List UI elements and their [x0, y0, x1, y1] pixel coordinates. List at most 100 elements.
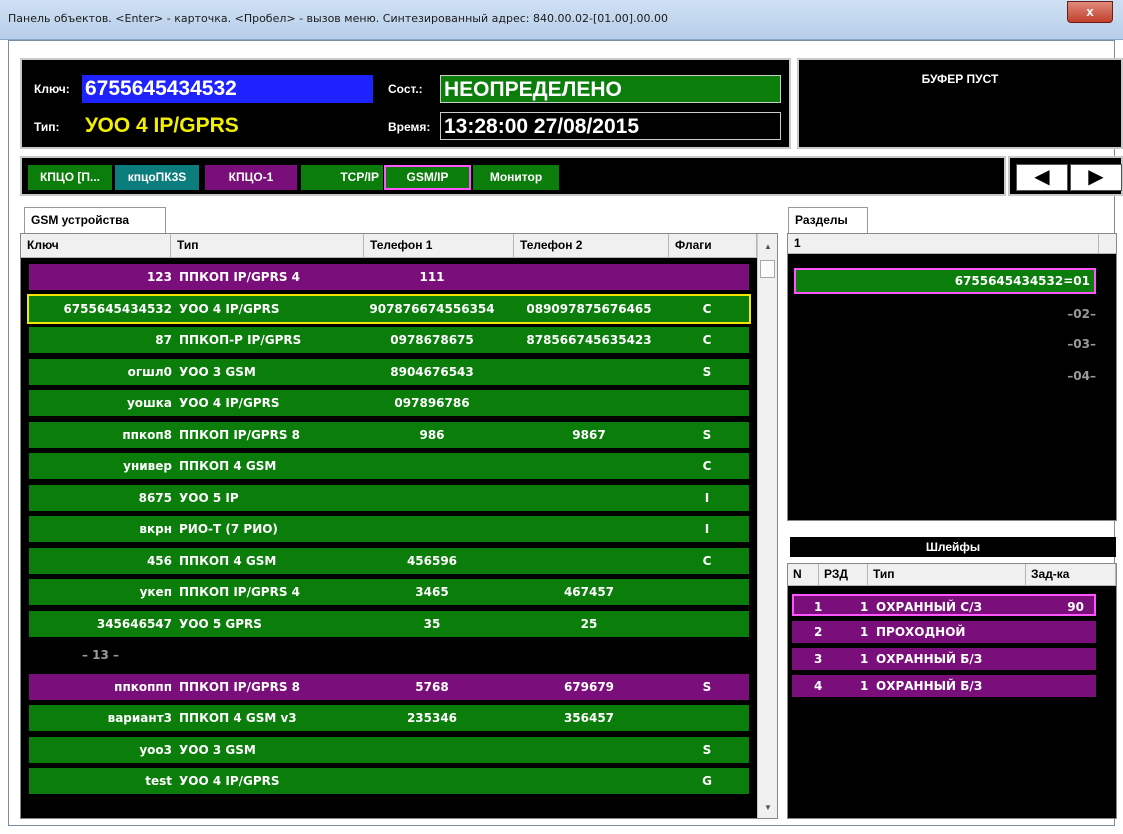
- column-header-flags[interactable]: Флаги: [669, 234, 757, 258]
- sections-panel: 1 6755645434532=01 –02– –03– –04–: [787, 233, 1117, 521]
- table-row[interactable]: вкрн РИО-Т (7 РИО) I: [29, 516, 749, 542]
- sections-column-header[interactable]: 1: [788, 234, 1116, 254]
- type-label: Тип:: [34, 120, 60, 134]
- loops-column-rzd[interactable]: РЗД: [819, 564, 868, 586]
- loop-type: ОХРАННЫЙ Б/З: [876, 652, 983, 666]
- loop-type: ОХРАННЫЙ Б/З: [876, 679, 983, 693]
- scroll-thumb[interactable]: [760, 260, 775, 278]
- buffer-box: БУФЕР ПУСТ: [797, 58, 1123, 149]
- loop-n: 4: [814, 679, 823, 693]
- prev-button[interactable]: ◀: [1016, 164, 1068, 191]
- table-row[interactable]: укеп ППКОП IP/GPRS 4 3465 467457: [29, 579, 749, 605]
- table-row[interactable]: 87 ППКОП-Р IP/GPRS 0978678675 8785667456354…: [29, 327, 749, 353]
- tab-gsmip[interactable]: GSM/IP: [384, 165, 471, 190]
- scroll-down-icon[interactable]: ▼: [758, 803, 778, 812]
- table-row[interactable]: 8675 УОО 5 IP I: [29, 484, 749, 511]
- section-item[interactable]: –02–: [1067, 307, 1096, 321]
- cell-type: УОО 5 GPRS: [179, 616, 262, 631]
- table-row[interactable]: test УОО 4 IP/GPRS G: [29, 768, 749, 794]
- scroll-up-icon[interactable]: ▲: [758, 242, 778, 251]
- window-title: Панель объектов. <Enter> - карточка. <Пр…: [8, 12, 668, 25]
- cell-key: вкрн: [139, 522, 172, 536]
- cell-type: УОО 5 IP: [179, 490, 239, 505]
- window-titlebar: Панель объектов. <Enter> - карточка. <Пр…: [0, 0, 1123, 40]
- channel-tabbar: КПЦО [П... кпцоПК3S КПЦО-1 TCP/IP GSM/IP…: [20, 156, 1006, 196]
- cell-type: УОО 4 IP/GPRS: [179, 301, 280, 316]
- cell-type: ППКОП 4 GSM: [179, 553, 277, 568]
- cell-key: 8675: [138, 490, 172, 505]
- key-label: Ключ:: [34, 82, 70, 96]
- cell-phone2: 25: [580, 616, 598, 631]
- cell-phone1: 097896786: [394, 396, 470, 410]
- table-row[interactable]: огшл0 УОО 3 GSM 8904676543 S: [29, 358, 749, 385]
- cell-key: универ: [123, 459, 172, 473]
- loop-row[interactable]: 2 1 ПРОХОДНОЙ: [792, 621, 1096, 643]
- loop-type: ОХРАННЫЙ С/З: [876, 600, 982, 614]
- table-row[interactable]: ппкоп8 ППКОП IP/GPRS 8 986 9867 S: [29, 421, 749, 448]
- loop-row[interactable]: 3 1 ОХРАННЫЙ Б/З: [792, 648, 1096, 670]
- table-row[interactable]: 456 ППКОП 4 GSM 456596 C: [29, 547, 749, 574]
- cell-flags: S: [702, 742, 712, 757]
- cell-key: test: [145, 774, 172, 788]
- table-row[interactable]: уоо3 УОО 3 GSM S: [29, 736, 749, 763]
- cell-type: ППКОП 4 GSM: [179, 459, 277, 473]
- type-field: УОО 4 IP/GPRS: [82, 112, 373, 140]
- table-row[interactable]: уошка УОО 4 IP/GPRS 097896786: [29, 390, 749, 416]
- cell-type: РИО-Т (7 РИО): [179, 522, 278, 536]
- buffer-status: БУФЕР ПУСТ: [921, 72, 999, 86]
- loops-column-delay[interactable]: Зад-ка: [1026, 564, 1116, 586]
- column-header-key[interactable]: Ключ: [21, 234, 171, 258]
- selected-section[interactable]: 6755645434532=01: [794, 268, 1096, 294]
- column-header-phone2[interactable]: Телефон 2: [514, 234, 669, 258]
- loops-column-n[interactable]: N: [788, 564, 819, 586]
- tab-kpco-1[interactable]: КПЦО-1: [205, 165, 297, 190]
- column-header-type[interactable]: Тип: [171, 234, 364, 258]
- table-row[interactable]: 6755645434532 УОО 4 IP/GPRS 90787667455635…: [27, 293, 751, 324]
- cell-flags: I: [704, 490, 710, 505]
- cell-phone1: 8904676543: [390, 364, 474, 379]
- table-row[interactable]: универ ППКОП 4 GSM C: [29, 453, 749, 479]
- table-row[interactable]: ппкоппп ППКОП IP/GPRS 8 5768 679679 S: [29, 673, 749, 700]
- cell-flags: S: [702, 427, 712, 442]
- tab-gsm-devices[interactable]: GSM устройства: [24, 207, 166, 233]
- cell-type: ППКОП IP/GPRS 8: [179, 427, 301, 442]
- next-button[interactable]: ▶: [1070, 164, 1122, 191]
- table-row[interactable]: 345646547 УОО 5 GPRS 35 25: [29, 610, 749, 637]
- column-header-phone1[interactable]: Телефон 1: [364, 234, 514, 258]
- cell-type: ППКОП IP/GPRS 8: [179, 679, 301, 694]
- arrow-right-icon: ▶: [1088, 166, 1104, 188]
- vertical-scrollbar[interactable]: ▲ ▼: [757, 234, 777, 818]
- nav-box: ◀ ▶: [1008, 156, 1123, 196]
- section-item[interactable]: –03–: [1067, 337, 1096, 351]
- close-button[interactable]: x: [1067, 1, 1113, 23]
- cell-key: 123: [146, 270, 172, 284]
- cell-phone2: 679679: [563, 679, 615, 694]
- cell-phone1: 456596: [406, 553, 458, 568]
- cell-phone2: 089097875676465: [526, 301, 652, 316]
- cell-type: ППКОП 4 GSM v3: [179, 711, 297, 725]
- loops-column-type[interactable]: Тип: [868, 564, 1026, 586]
- tab-monitor[interactable]: Монитор: [473, 165, 559, 190]
- loop-row[interactable]: 1 1 ОХРАННЫЙ С/З 90: [792, 594, 1096, 616]
- cell-phone1: 235346: [406, 711, 458, 725]
- section-item[interactable]: –04–: [1067, 369, 1096, 383]
- loop-row[interactable]: 4 1 ОХРАННЫЙ Б/З: [792, 675, 1096, 697]
- cell-flags: I: [704, 522, 710, 536]
- table-row[interactable]: 123 ППКОП IP/GPRS 4 111: [29, 264, 749, 290]
- loops-title: Шлейфы: [790, 537, 1116, 557]
- cell-flags: S: [702, 364, 712, 379]
- table-row[interactable]: вариант3 ППКОП 4 GSM v3 235346 356457: [29, 705, 749, 731]
- tab-tcpip[interactable]: TCP/IP: [301, 165, 383, 190]
- tab-kpcopk3s[interactable]: кпцоПК3S: [115, 165, 199, 190]
- cell-key: 6755645434532: [63, 301, 172, 316]
- gsm-devices-table: Ключ Тип Телефон 1 Телефон 2 Флаги ▲ ▼ 1…: [20, 233, 778, 819]
- tab-kpco-p[interactable]: КПЦО [П...: [28, 165, 112, 190]
- cell-type: ППКОП IP/GPRS 4: [179, 270, 301, 284]
- table-row-placeholder[interactable]: – 13 –: [29, 642, 749, 668]
- cell-flags: C: [702, 333, 712, 347]
- tab-sections[interactable]: Разделы: [788, 207, 868, 233]
- cell-flags: G: [702, 774, 712, 788]
- loop-n: 2: [814, 625, 823, 639]
- cell-phone1: 986: [419, 427, 445, 442]
- cell-key: огшл0: [127, 364, 172, 379]
